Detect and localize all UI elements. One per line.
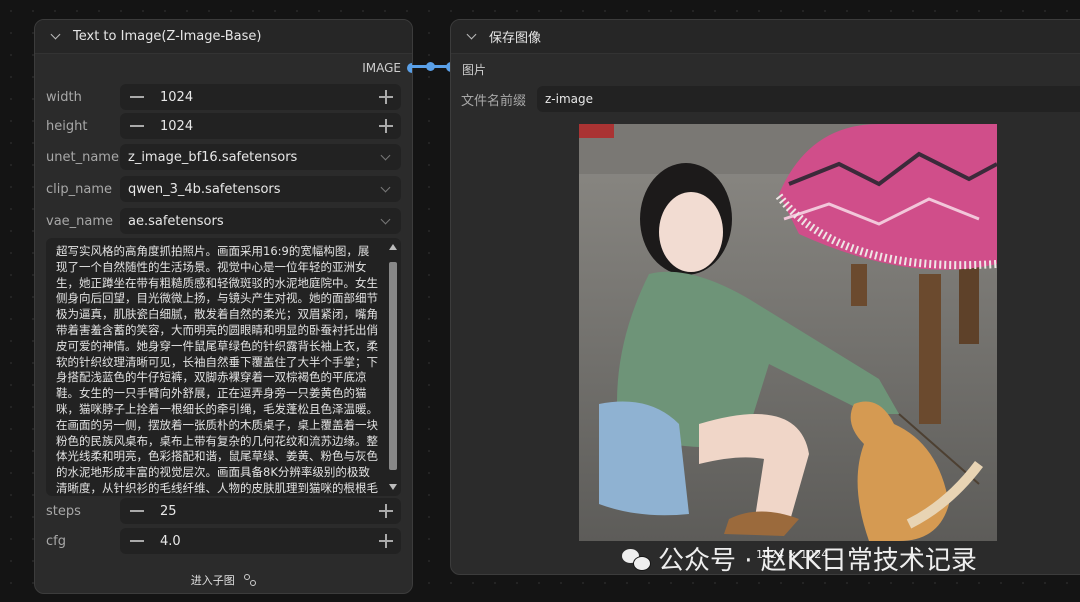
minus-icon[interactable] [130, 125, 144, 127]
minus-icon[interactable] [130, 96, 144, 98]
vae-name-label: vae_name [46, 213, 114, 229]
height-label: height [46, 118, 88, 134]
height-stepper[interactable]: 1024 [120, 113, 401, 139]
scroll-up-icon[interactable] [389, 244, 397, 250]
height-value[interactable]: 1024 [160, 119, 193, 134]
prompt-textarea[interactable]: 超写实风格的高角度抓拍照片。画面采用16:9的宽幅构图，展现了一个自然随性的生活… [46, 238, 401, 496]
plus-icon[interactable] [379, 90, 393, 104]
wechat-icon [622, 547, 651, 571]
width-widget[interactable]: width 1024 [46, 84, 401, 110]
image-preview[interactable] [579, 124, 997, 541]
scroll-thumb[interactable] [389, 262, 397, 470]
link-midpoint-dot[interactable] [426, 62, 435, 71]
watermark: 公众号 · 赵KK日常技术记录 [622, 540, 977, 577]
steps-value[interactable]: 25 [160, 504, 177, 519]
cfg-label: cfg [46, 533, 66, 549]
chevron-down-icon[interactable] [380, 214, 391, 225]
node-title: 保存图像 [489, 31, 542, 46]
scroll-down-icon[interactable] [389, 484, 397, 490]
minus-icon[interactable] [130, 540, 144, 542]
height-widget[interactable]: height 1024 [46, 113, 401, 139]
node-title: Text to Image(Z-Image-Base) [73, 29, 262, 44]
text-to-image-node[interactable]: Text to Image(Z-Image-Base) IMAGE width … [34, 19, 413, 594]
width-stepper[interactable]: 1024 [120, 84, 401, 110]
vae-name-value: ae.safetensors [128, 213, 224, 229]
clip-name-select[interactable]: qwen_3_4b.safetensors [120, 176, 401, 202]
save-image-node[interactable]: 保存图像 图片 文件名前缀 z-image 1024 × 1024 [450, 19, 1080, 575]
unet-name-select[interactable]: z_image_bf16.safetensors [120, 144, 401, 170]
cfg-value[interactable]: 4.0 [160, 534, 181, 549]
subgraph-icon [244, 574, 257, 586]
prompt-text[interactable]: 超写实风格的高角度抓拍照片。画面采用16:9的宽幅构图，展现了一个自然随性的生活… [56, 244, 378, 496]
filename-prefix-value[interactable]: z-image [545, 92, 593, 106]
filename-prefix-input[interactable]: z-image [537, 86, 1080, 112]
filename-prefix-label: 文件名前缀 [461, 93, 527, 109]
clip-name-widget[interactable]: clip_name qwen_3_4b.safetensors [46, 176, 401, 202]
chevron-down-icon[interactable] [380, 150, 391, 161]
steps-label: steps [46, 503, 81, 519]
enter-subgraph-button[interactable]: 进入子图 [35, 572, 412, 588]
collapse-chevron-icon[interactable] [49, 30, 63, 44]
unet-name-widget[interactable]: unet_name z_image_bf16.safetensors [46, 144, 401, 170]
prompt-scrollbar[interactable] [387, 240, 399, 494]
plus-icon[interactable] [379, 534, 393, 548]
cfg-widget[interactable]: cfg 4.0 [46, 528, 401, 554]
collapse-chevron-icon[interactable] [465, 30, 479, 44]
vae-name-widget[interactable]: vae_name ae.safetensors [46, 208, 401, 234]
image-input-label: 图片 [462, 63, 487, 77]
width-label: width [46, 89, 82, 105]
image-output-slot[interactable]: IMAGE [362, 61, 412, 75]
clip-name-label: clip_name [46, 181, 112, 197]
steps-widget[interactable]: steps 25 [46, 498, 401, 524]
node-header[interactable]: 保存图像 [451, 20, 1080, 54]
unet-name-label: unet_name [46, 149, 119, 165]
vae-name-select[interactable]: ae.safetensors [120, 208, 401, 234]
chevron-down-icon[interactable] [380, 182, 391, 193]
steps-stepper[interactable]: 25 [120, 498, 401, 524]
plus-icon[interactable] [379, 119, 393, 133]
plus-icon[interactable] [379, 504, 393, 518]
node-header[interactable]: Text to Image(Z-Image-Base) [35, 20, 412, 54]
output-label: IMAGE [362, 61, 401, 75]
minus-icon[interactable] [130, 510, 144, 512]
width-value[interactable]: 1024 [160, 90, 193, 105]
preview-photo [579, 124, 997, 541]
subgraph-label: 进入子图 [190, 574, 235, 587]
cfg-stepper[interactable]: 4.0 [120, 528, 401, 554]
unet-name-value: z_image_bf16.safetensors [128, 149, 298, 165]
filename-prefix-widget[interactable]: 文件名前缀 z-image [461, 86, 1080, 112]
clip-name-value: qwen_3_4b.safetensors [128, 181, 281, 197]
watermark-text: 公众号 · 赵KK日常技术记录 [658, 546, 977, 576]
